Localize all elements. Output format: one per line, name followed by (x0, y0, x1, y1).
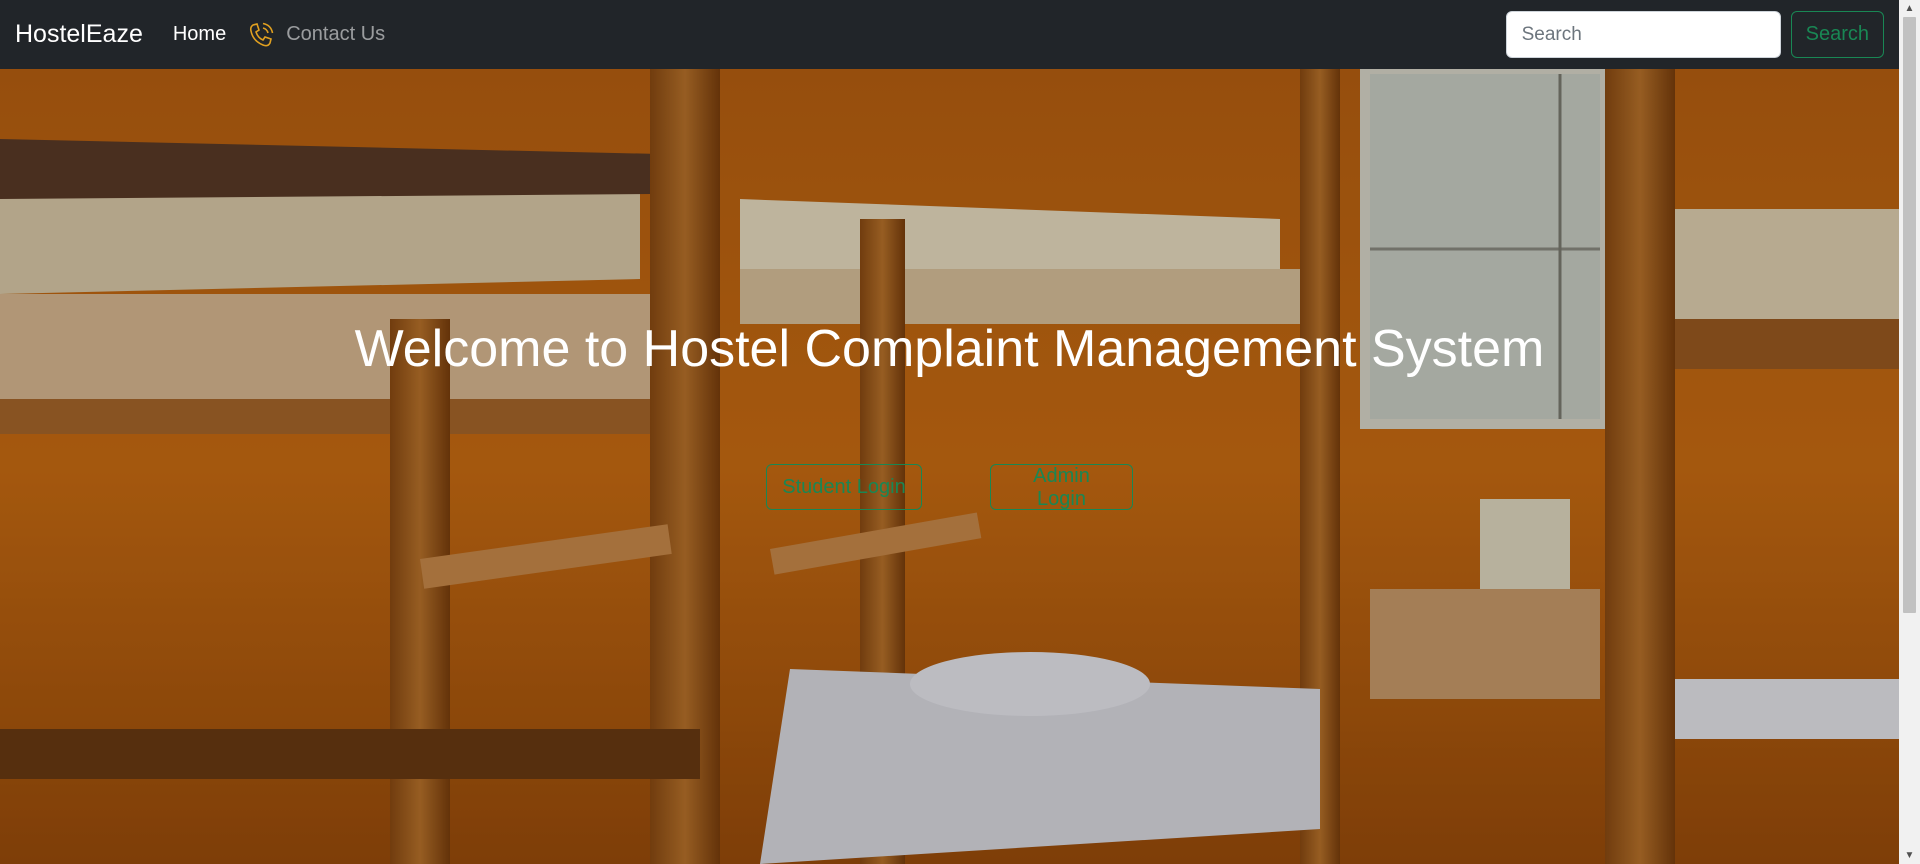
search-form: Search (1505, 11, 1884, 58)
scrollbar-thumb[interactable] (1903, 17, 1916, 613)
scroll-down-arrow-icon[interactable]: ▼ (1899, 847, 1920, 864)
page-scrollbar[interactable]: ▲ ▼ (1899, 0, 1920, 864)
admin-login-button[interactable]: Admin Login (990, 464, 1133, 510)
search-button[interactable]: Search (1790, 11, 1884, 58)
search-input[interactable] (1505, 11, 1781, 58)
student-login-button[interactable]: Student Login (766, 464, 922, 510)
navbar: HostelEaze Home Contact Us Search (0, 0, 1899, 69)
nav-link-home[interactable]: Home (173, 23, 226, 46)
scroll-up-arrow-icon[interactable]: ▲ (1899, 0, 1920, 17)
hero-overlay (0, 69, 1899, 864)
hero-section: Welcome to Hostel Complaint Management S… (0, 69, 1899, 864)
nav-link-contact-us[interactable]: Contact Us (246, 20, 385, 50)
hero-title: Welcome to Hostel Complaint Management S… (354, 320, 1545, 378)
brand-logo-link[interactable]: HostelEaze (15, 20, 143, 49)
phone-icon (246, 20, 276, 50)
nav-link-contact-label: Contact Us (286, 23, 386, 45)
